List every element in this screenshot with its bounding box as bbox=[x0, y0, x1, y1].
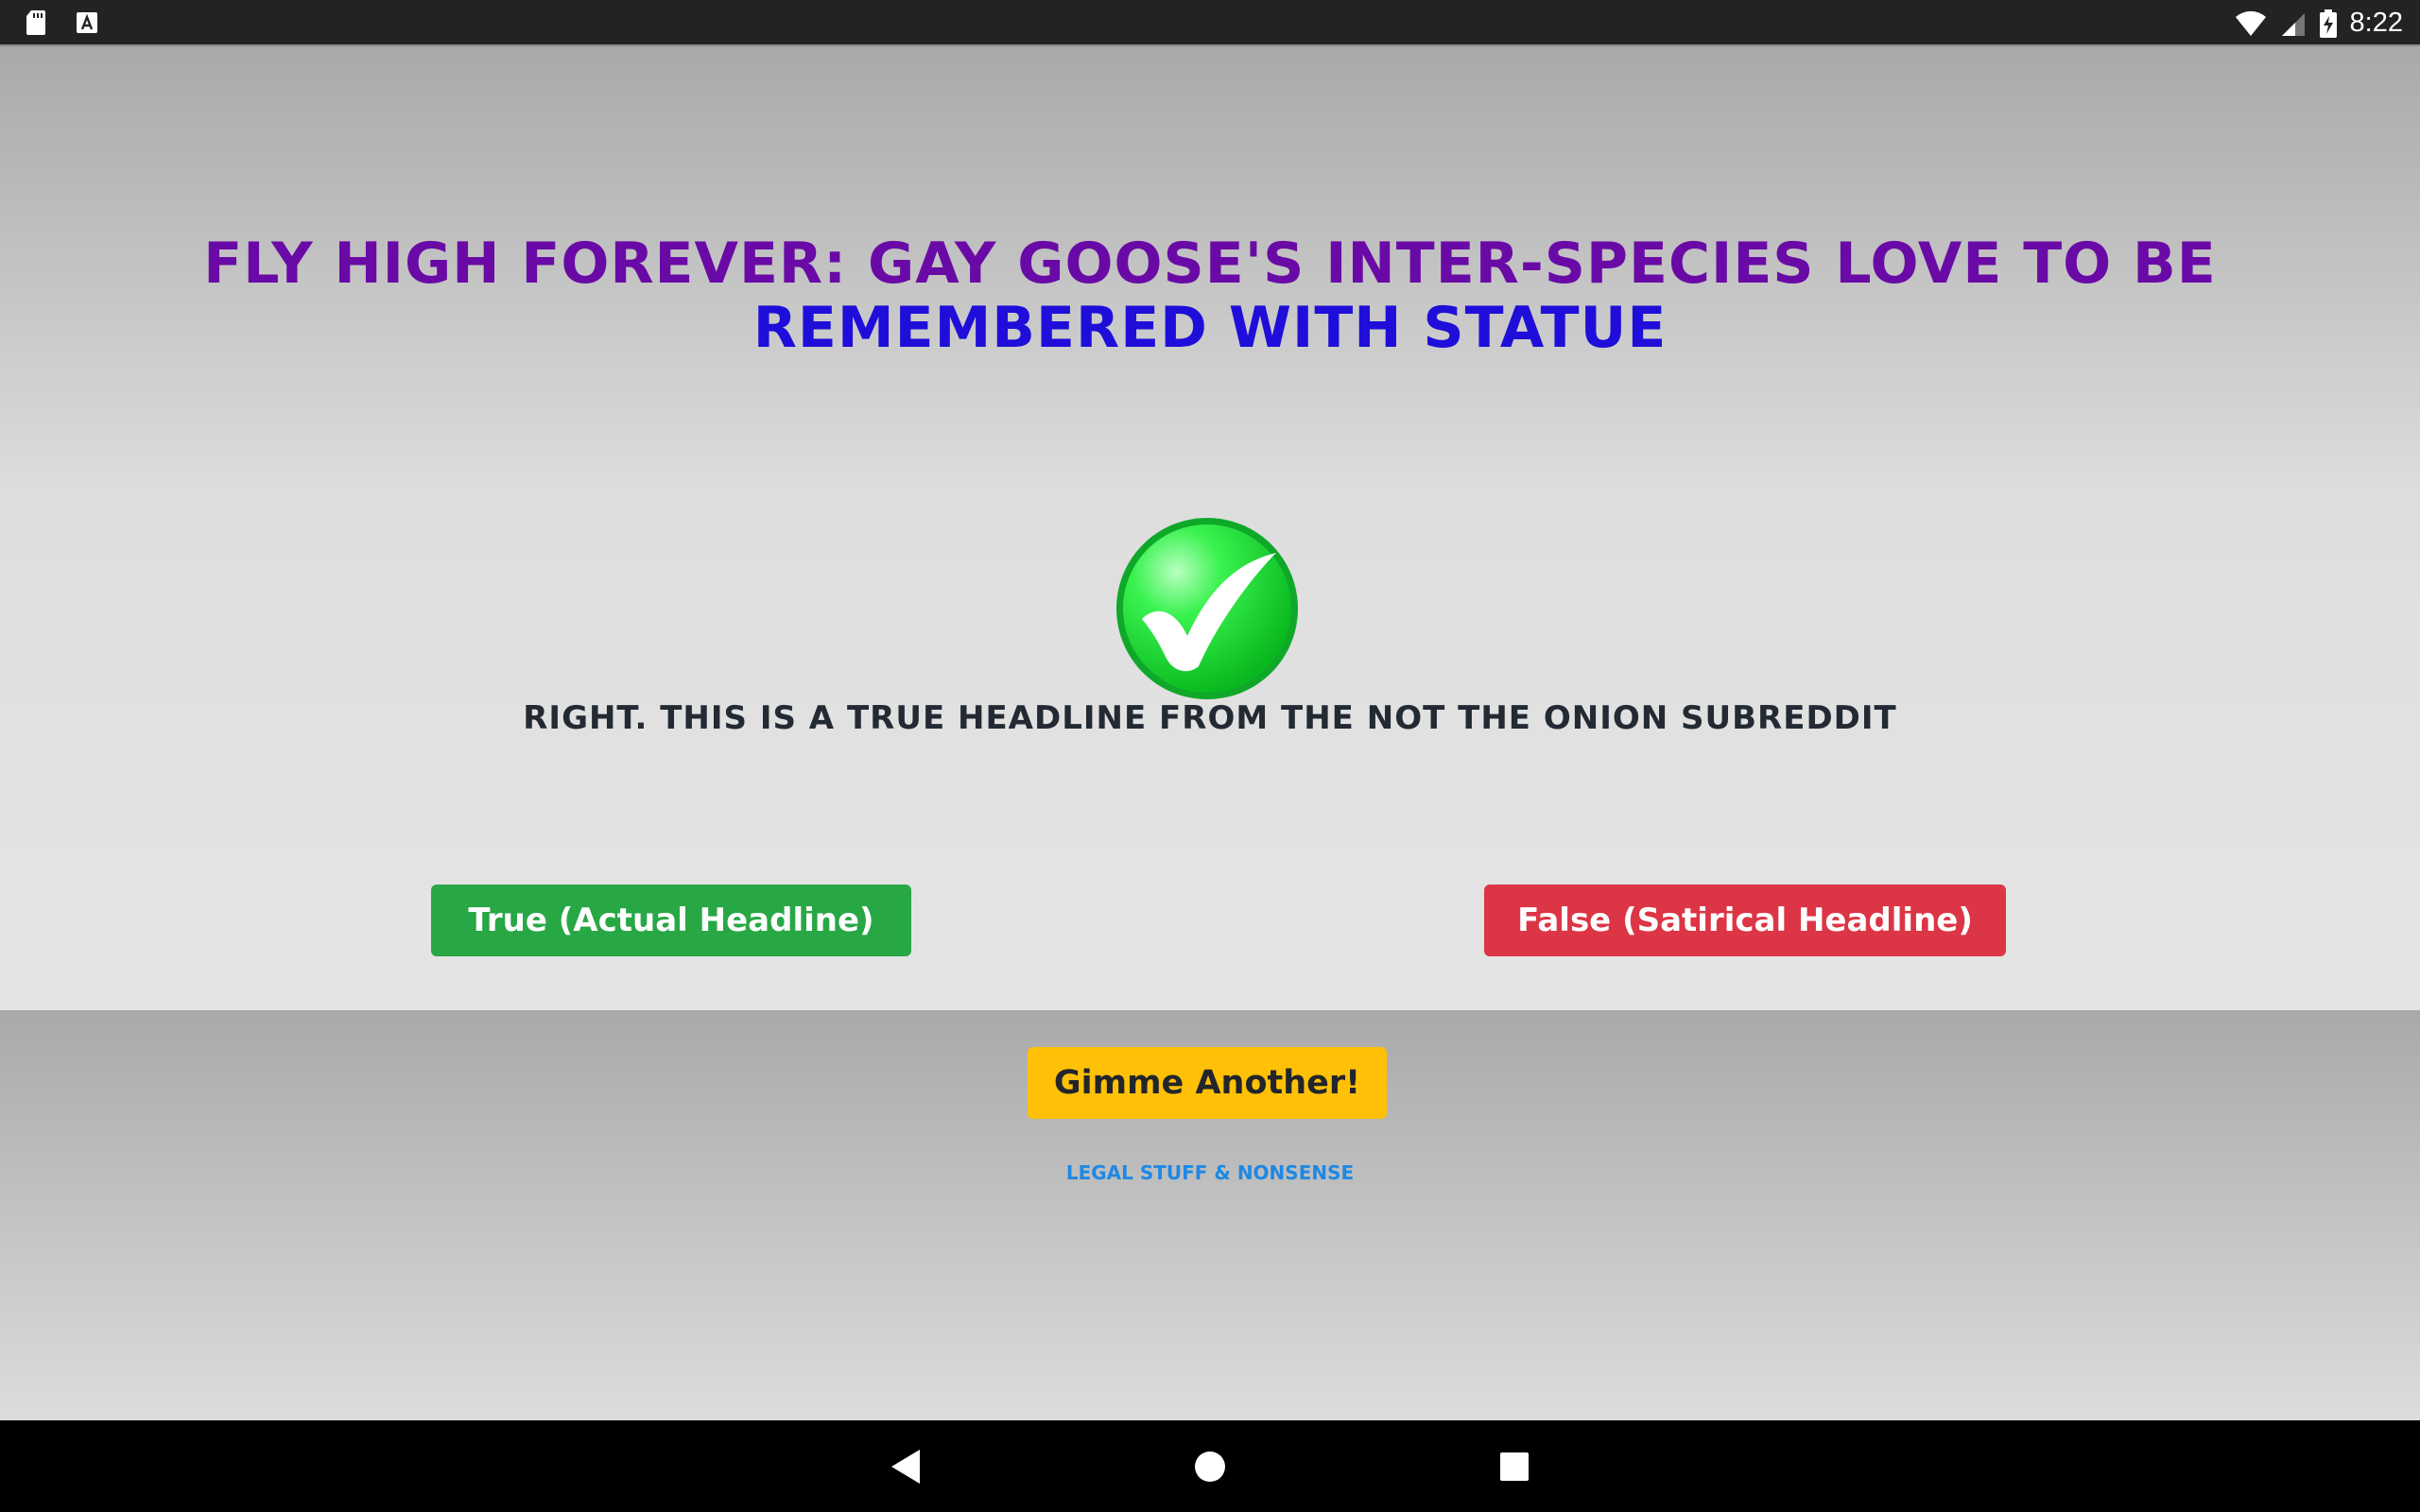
nav-bar bbox=[0, 1420, 2420, 1512]
false-button[interactable]: False (Satirical Headline) bbox=[1484, 885, 2006, 956]
status-bar-right: 8:22 bbox=[2235, 0, 2403, 46]
font-a-icon bbox=[77, 12, 97, 33]
headline-line-2: Remembered With Statue bbox=[752, 295, 1668, 361]
home-icon[interactable] bbox=[1188, 1445, 1232, 1488]
status-bar: 8:22 bbox=[0, 0, 2420, 46]
clock: 8:22 bbox=[2349, 8, 2403, 38]
result-message: Right. This is a true headline from the … bbox=[523, 699, 1897, 737]
green-check-icon bbox=[1116, 518, 1298, 699]
status-bar-left bbox=[25, 9, 98, 37]
headline-line-1: Fly High Forever: Gay Goose's Inter-Spec… bbox=[203, 231, 2217, 297]
cell-signal-icon bbox=[2281, 12, 2305, 36]
legal-link[interactable]: Legal Stuff & Nonsense bbox=[0, 1161, 2420, 1184]
true-button[interactable]: True (Actual Headline) bbox=[431, 885, 911, 956]
headline: Fly High Forever: Gay Goose's Inter-Spec… bbox=[189, 232, 2231, 360]
back-icon[interactable] bbox=[884, 1445, 927, 1488]
recents-icon[interactable] bbox=[1493, 1445, 1536, 1488]
wifi-icon bbox=[2235, 10, 2266, 36]
sd-card-icon bbox=[26, 10, 45, 35]
battery-charging-icon bbox=[2319, 9, 2337, 38]
gimme-another-button[interactable]: Gimme Another! bbox=[1028, 1047, 1387, 1119]
